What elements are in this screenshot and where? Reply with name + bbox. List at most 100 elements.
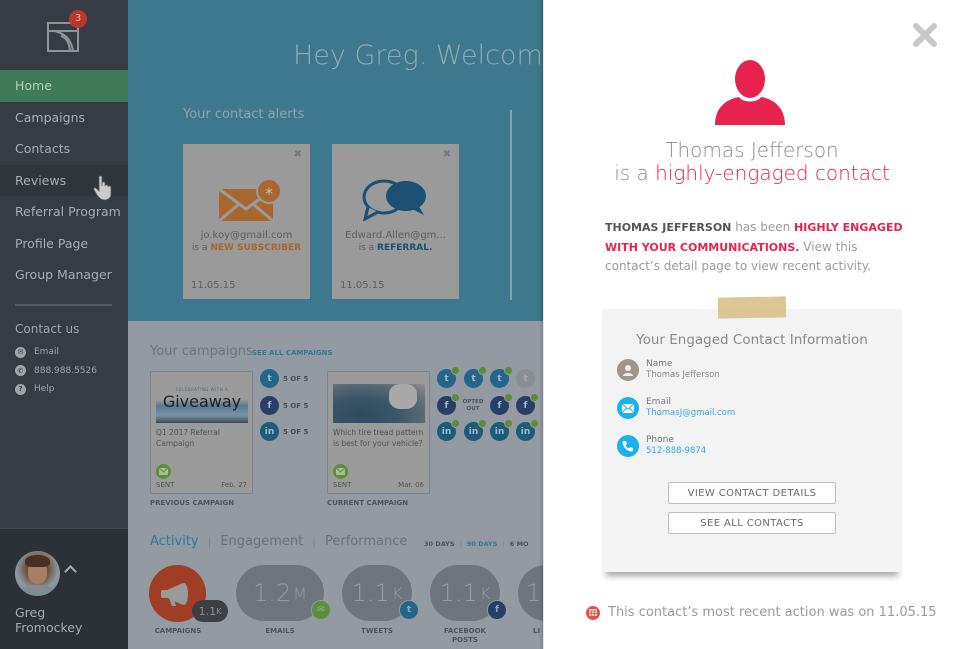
alert-date: 11.05.15 [191,280,236,291]
nav-item-home[interactable]: Home [0,70,128,102]
chevron-up-icon[interactable] [64,565,77,578]
campaign-name: Which tire tread pattern is best for you… [333,428,424,448]
user-icon [617,359,639,381]
alert-date: 11.05.15 [340,280,385,291]
phone-icon: ✆ [15,365,26,377]
activity-tabs: Activity | Engagement | Performance [150,534,407,549]
alert-status-value: REFERRAL. [377,243,433,253]
alert-card[interactable]: ✖ * jo.koy@gmail.com is a NEW SUBSCRIBER… [183,144,310,299]
user-first-name: Greg [15,605,46,620]
alert-email: Edward.Allen@gm... [345,230,446,241]
sidebar: 3 Home Campaigns Contacts Reviews Referr… [0,0,128,649]
contact-email-link[interactable]: ✉ Email [15,343,97,362]
calendar-icon [586,605,600,620]
range-6-months[interactable]: 6 MO [510,540,529,548]
alert-email: jo.koy@gmail.com [200,230,293,241]
check-icon [504,393,513,402]
panel-title: Thomas Jefferson is a highly-engaged con… [544,139,960,185]
view-contact-details-button[interactable]: VIEW CONTACT DETAILS [668,482,836,504]
nav-item-group-manager[interactable]: Group Manager [0,259,128,291]
name-value: Thomas Jefferson [646,370,720,380]
stat-label: FACEBOOK POSTS [444,627,486,644]
sidebar-divider [15,304,112,306]
twitter-badge-icon: t [399,600,419,620]
stat-unit: K [479,583,491,603]
alert-status: is a REFERRAL. [332,243,459,253]
tab-engagement[interactable]: Engagement [220,534,303,549]
contact-phone-label: 888.988.5526 [34,365,97,376]
stat-label: TWEETS [361,627,393,635]
info-row-phone: Phone 512-888-9874 [617,435,706,457]
stat-label: CAMPAIGNS [154,627,202,635]
banner-title: Giveaway [162,392,242,411]
facebook-icon: f [260,396,279,415]
email-link[interactable]: ThomasJ@gmail.com [646,408,735,418]
range-90-days[interactable]: 90 DAYS [467,540,498,548]
campaign-status: SENT [156,481,175,489]
phone-icon [617,435,639,457]
twitter-icon: t [464,366,487,388]
twitter-icon: t [437,366,460,388]
tab-performance[interactable]: Performance [325,534,407,549]
user-last-name: Fromockey [15,620,83,635]
nav-item-campaigns[interactable]: Campaigns [0,102,128,134]
nav-item-contacts[interactable]: Contacts [0,133,128,165]
engagement-description: THOMAS JEFFERSON has been HIGHLY ENGAGED… [605,218,905,276]
recent-action-text: This contact’s most recent action was on… [608,605,937,620]
linkedin-count: 5 OF 5 [283,428,309,436]
linkedin-icon: in [516,419,539,441]
dismiss-alert-icon[interactable]: ✖ [294,149,302,160]
megaphone-icon [160,582,188,606]
nav-item-profile-page[interactable]: Profile Page [0,228,128,260]
contact-help-link[interactable]: ? Help [15,380,97,399]
facebook-count: 5 OF 5 [283,402,309,410]
recent-action: This contact’s most recent action was on… [586,605,937,620]
facebook-badge-icon: f [487,600,507,620]
linkedin-icon: in [437,419,460,441]
stat-value: 1.1 [351,579,390,607]
campaign-date: Mar. 06 [398,481,424,489]
engagement-prefix: is a [614,161,656,185]
hand-cursor-icon [93,175,112,201]
check-icon [451,366,460,375]
current-campaign-card[interactable]: Which tire tread pattern is best for you… [327,371,430,494]
stat-value: 1.2 [253,579,292,607]
see-all-contacts-button[interactable]: SEE ALL CONTACTS [668,512,836,534]
see-all-campaigns-link[interactable]: SEE ALL CAMPAIGNS [252,349,333,357]
user-menu[interactable]: Greg Fromockey [0,528,128,649]
twitter-icon-disabled: t [516,369,535,388]
hero-section: Hey Greg. Welcome Your contact alerts ✖ … [128,0,543,321]
range-separator: | [459,540,462,548]
alert-status-value: NEW SUBSCRIBER [210,243,302,253]
phone-label: Phone [646,435,674,445]
svg-text:*: * [265,184,273,203]
close-icon[interactable] [912,22,938,48]
campaign-name: Q1 2017 Referral Campaign [156,428,220,448]
stat-value: 1.1 [439,579,478,607]
new-subscriber-envelope-icon: * [219,179,282,221]
opted-out-label: OPTED OUT [462,399,484,412]
giveaway-banner-image: CELEBRATING WITH A Giveaway [156,384,248,423]
dismiss-alert-icon[interactable]: ✖ [443,149,451,160]
tab-activity[interactable]: Activity [150,534,199,549]
check-icon [530,419,539,428]
check-icon [478,419,487,428]
stat-unit: M [293,583,307,603]
user-avatar[interactable] [15,551,60,596]
range-30-days[interactable]: 30 DAYS [424,540,455,548]
phone-link[interactable]: 512-888-9874 [646,446,706,456]
alert-card[interactable]: ✖ Edward.Allen@gm... is a REFERRAL. 11.0… [332,144,459,299]
contact-phone-link[interactable]: ✆ 888.988.5526 [15,362,97,381]
sent-envelope-icon [156,464,171,479]
notification-badge[interactable]: 3 [69,10,87,28]
app: 3 Home Campaigns Contacts Reviews Referr… [0,0,960,649]
desc-mid: has been [731,220,795,234]
alert-status-prefix: is a [358,243,378,253]
campaign-status: SENT [333,481,352,489]
twitter-icon: t [490,366,513,388]
previous-campaign-card[interactable]: CELEBRATING WITH A Giveaway Q1 2017 Refe… [150,371,253,494]
alert-status: is a NEW SUBSCRIBER [183,243,310,253]
stat-value: 1.1 [198,604,217,618]
twitter-icon: t [260,369,279,388]
email-icon [617,397,639,419]
